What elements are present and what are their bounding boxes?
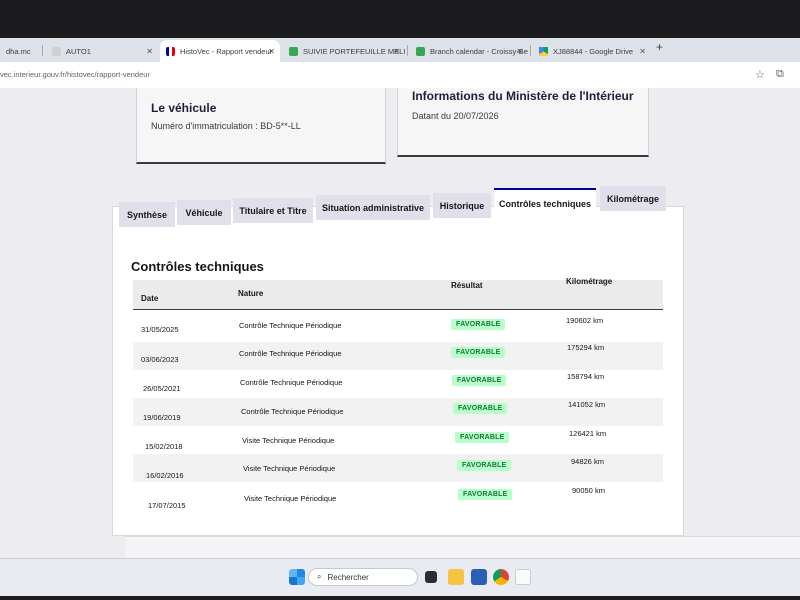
- browser-tab-4[interactable]: Branch calendar - Croissy-Beau ✕: [410, 40, 528, 62]
- close-tab-icon[interactable]: ✕: [393, 47, 400, 56]
- row-date: 31/05/2025: [141, 325, 179, 334]
- tab-title: XJ88844 - Google Drive: [553, 46, 634, 56]
- search-icon: ⌕: [317, 572, 322, 581]
- browser-tab-3[interactable]: SUIVIE PORTEFEUILLE MELINA ✕: [283, 40, 405, 62]
- plate-number-text: Numéro d'immatriculation : BD-5**-LL: [151, 121, 301, 131]
- browser-tab-5[interactable]: XJ88844 - Google Drive ✕: [533, 40, 651, 62]
- tab-separator: [530, 45, 531, 56]
- drive-favicon-icon: [539, 46, 548, 56]
- table-row: 16/02/2016 Visite Technique Périodique F…: [133, 454, 663, 482]
- tab-historique[interactable]: Historique: [433, 193, 491, 218]
- tab-title: SUIVIE PORTEFEUILLE MELINA: [303, 46, 405, 56]
- row-nature: Contrôle Technique Périodique: [239, 349, 342, 358]
- controls-title: Contrôles techniques: [131, 259, 264, 274]
- close-tab-icon[interactable]: ✕: [268, 47, 275, 56]
- address-bar: vec.interieur.gouv.fr/histovec/rapport-v…: [0, 62, 800, 88]
- header-date: Date: [141, 294, 159, 303]
- tab-situation-administrative[interactable]: Situation administrative: [316, 195, 430, 220]
- close-tab-icon[interactable]: ✕: [146, 47, 153, 56]
- tab-title: dha.mc: [6, 46, 31, 56]
- browser-tab-strip: dha.mc AUTO1 ✕ HistoVec - Rapport vendeu…: [0, 38, 800, 62]
- result-badge: FAVORABLE: [457, 460, 512, 471]
- row-km: 126421 km: [569, 429, 607, 438]
- row-nature: Visite Technique Périodique: [244, 494, 337, 503]
- row-km: 158794 km: [567, 372, 605, 381]
- extensions-icon[interactable]: ⧉: [776, 68, 784, 81]
- result-badge: FAVORABLE: [451, 319, 506, 330]
- header-nature: Nature: [238, 289, 264, 298]
- favicon-icon: [52, 46, 61, 56]
- row-nature: Contrôle Technique Périodique: [241, 407, 344, 416]
- header-km: Kilométrage: [566, 277, 613, 286]
- vehicle-card-title: Le véhicule: [151, 101, 217, 115]
- row-nature: Contrôle Technique Périodique: [240, 378, 343, 387]
- table-row: 15/02/2018 Visite Technique Périodique F…: [133, 426, 663, 454]
- star-icon[interactable]: ☆: [755, 68, 765, 81]
- row-km: 141052 km: [568, 400, 606, 409]
- chrome-icon[interactable]: [493, 569, 509, 585]
- ministry-card: Informations du Ministère de l'Intérieur…: [397, 88, 649, 157]
- data-date-text: Datant du 20/07/2026: [412, 111, 499, 121]
- row-date: 26/05/2021: [143, 384, 181, 393]
- close-tab-icon[interactable]: ✕: [639, 47, 646, 56]
- row-nature: Contrôle Technique Périodique: [239, 321, 342, 330]
- file-explorer-icon[interactable]: [448, 569, 464, 585]
- histovec-favicon-icon: [166, 46, 175, 56]
- ministry-card-title: Informations du Ministère de l'Intérieur: [412, 89, 634, 103]
- task-view-icon[interactable]: [425, 571, 437, 583]
- calendar-favicon-icon: [416, 46, 425, 56]
- table-row: 17/07/2015 Visite Technique Périodique F…: [133, 482, 663, 510]
- result-badge: FAVORABLE: [458, 489, 513, 500]
- windows-start-icon[interactable]: [289, 569, 305, 585]
- row-date: 16/02/2016: [146, 471, 184, 480]
- browser-tab-0[interactable]: dha.mc: [0, 40, 40, 62]
- row-date: 19/06/2019: [143, 413, 181, 422]
- table-row: 26/05/2021 Contrôle Technique Périodique…: [133, 370, 663, 398]
- windows-taskbar: ⌕ Rechercher: [0, 558, 800, 596]
- row-km: 175294 km: [567, 343, 605, 352]
- close-tab-icon[interactable]: ✕: [516, 47, 523, 56]
- table-row: 31/05/2025 Contrôle Technique Périodique…: [133, 314, 663, 342]
- tab-controles-techniques[interactable]: Contrôles techniques: [494, 188, 596, 217]
- table-row: 03/06/2023 Contrôle Technique Périodique…: [133, 342, 663, 370]
- new-tab-button[interactable]: +: [656, 40, 663, 54]
- row-nature: Visite Technique Périodique: [243, 464, 336, 473]
- tab-separator: [42, 45, 43, 56]
- table-header: Date Nature Résultat Kilométrage: [133, 277, 663, 310]
- row-km: 94826 km: [571, 457, 604, 466]
- tab-titulaire-titre[interactable]: Titulaire et Titre: [233, 198, 313, 223]
- browser-tab-2[interactable]: HistoVec - Rapport vendeur ✕: [160, 40, 280, 62]
- result-badge: FAVORABLE: [455, 432, 510, 443]
- controls-panel: Contrôles techniques Date Nature Résulta…: [112, 206, 684, 536]
- tab-synthese[interactable]: Synthèse: [119, 202, 175, 227]
- monitor-bezel: [0, 596, 800, 600]
- vehicle-card: Le véhicule Numéro d'immatriculation : B…: [136, 88, 386, 164]
- sheets-favicon-icon: [289, 46, 298, 56]
- page-viewport: Le véhicule Numéro d'immatriculation : B…: [0, 88, 800, 558]
- row-date: 17/07/2015: [148, 501, 186, 510]
- tab-title: HistoVec - Rapport vendeur: [180, 46, 273, 56]
- row-date: 03/06/2023: [141, 355, 179, 364]
- page-footer-area: [125, 536, 800, 558]
- row-date: 15/02/2018: [145, 442, 183, 451]
- browser-tab-1[interactable]: AUTO1 ✕: [46, 40, 158, 62]
- taskbar-search-box[interactable]: ⌕ Rechercher: [308, 568, 418, 586]
- paint-icon[interactable]: [515, 569, 531, 585]
- result-badge: FAVORABLE: [451, 347, 506, 358]
- result-badge: FAVORABLE: [453, 403, 508, 414]
- row-nature: Visite Technique Périodique: [242, 436, 335, 445]
- result-badge: FAVORABLE: [452, 375, 507, 386]
- search-placeholder: Rechercher: [327, 572, 369, 582]
- tab-title: AUTO1: [66, 46, 91, 56]
- table-row: 19/06/2019 Contrôle Technique Périodique…: [133, 398, 663, 426]
- row-km: 190602 km: [566, 316, 604, 325]
- store-icon[interactable]: [471, 569, 487, 585]
- header-result: Résultat: [451, 281, 483, 290]
- tab-kilometrage[interactable]: Kilométrage: [600, 186, 666, 211]
- tab-vehicule[interactable]: Véhicule: [177, 200, 231, 225]
- url-field[interactable]: vec.interieur.gouv.fr/histovec/rapport-v…: [0, 70, 150, 79]
- tab-title: Branch calendar - Croissy-Beau: [430, 46, 528, 56]
- row-km: 90050 km: [572, 486, 605, 495]
- tab-separator: [407, 45, 408, 56]
